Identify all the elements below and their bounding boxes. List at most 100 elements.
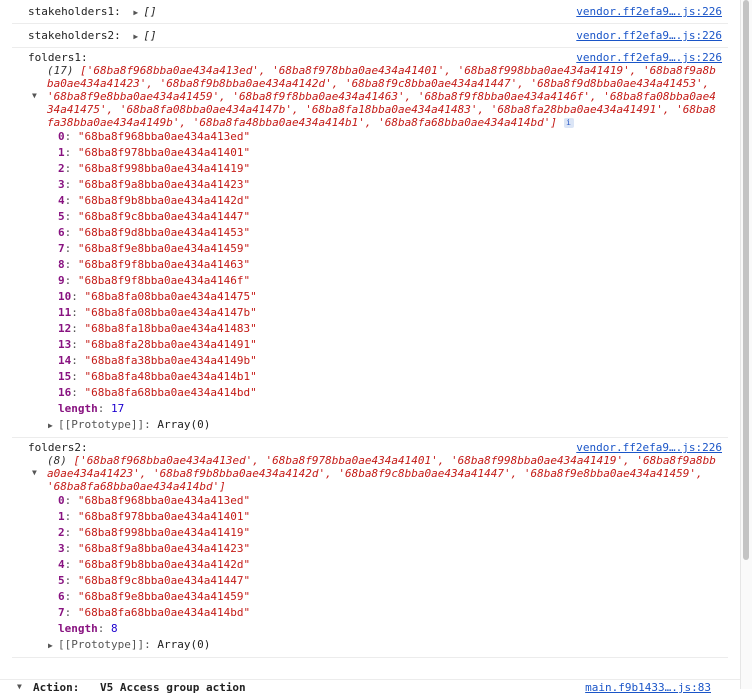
info-icon[interactable]: i bbox=[563, 118, 574, 128]
console-message-action: ▼ Action: V5 Access group action main.f9… bbox=[0, 679, 741, 694]
array-count: (8) bbox=[47, 454, 67, 467]
array-index: 3 bbox=[58, 178, 65, 191]
array-item: 0: "68ba8f968bba0ae434a413ed" bbox=[58, 130, 251, 143]
scrollbar-thumb[interactable] bbox=[743, 0, 749, 560]
array-item: 15: "68ba8fa48bba0ae434a414b1" bbox=[58, 370, 257, 383]
message-label: Action: V5 Access group action bbox=[33, 681, 246, 694]
source-link[interactable]: vendor.ff2efa9….js:226 bbox=[576, 29, 722, 42]
array-value: "68ba8fa68bba0ae434a414bd" bbox=[84, 386, 257, 399]
array-value: "68ba8f9a8bba0ae434a41423" bbox=[77, 178, 251, 191]
array-item: 6: "68ba8f9d8bba0ae434a41453" bbox=[58, 226, 251, 239]
array-index: 3 bbox=[58, 542, 65, 555]
array-index: 15 bbox=[58, 370, 72, 383]
triangle-right-icon: ▶ bbox=[133, 8, 139, 17]
expand-toggle[interactable]: ▶[] bbox=[133, 29, 156, 42]
array-index: 6 bbox=[58, 590, 65, 603]
array-items: 0: "68ba8f968bba0ae434a413ed" 1: "68ba8f9… bbox=[28, 129, 706, 401]
array-preview[interactable]: ▼ (17) ['68ba8f968bba0ae434a413ed', '68b… bbox=[28, 64, 716, 129]
message-label: folders2: bbox=[28, 441, 88, 454]
console-message-folders1: folders1: vendor.ff2efa9….js:226 ▼ (17) … bbox=[12, 48, 728, 438]
array-index: 5 bbox=[58, 574, 65, 587]
array-item: 1: "68ba8f978bba0ae434a41401" bbox=[58, 510, 251, 523]
array-index: 10 bbox=[58, 290, 72, 303]
array-value: "68ba8fa28bba0ae434a41491" bbox=[84, 338, 257, 351]
array-value: "68ba8f9b8bba0ae434a4142d" bbox=[77, 194, 251, 207]
source-link[interactable]: vendor.ff2efa9….js:226 bbox=[576, 441, 722, 454]
array-value: "68ba8fa08bba0ae434a4147b" bbox=[84, 306, 257, 319]
array-value: "68ba8f968bba0ae434a413ed" bbox=[77, 130, 251, 143]
source-link[interactable]: vendor.ff2efa9….js:226 bbox=[576, 51, 722, 64]
array-value: "68ba8f9c8bba0ae434a41447" bbox=[77, 574, 251, 587]
array-index: 4 bbox=[58, 558, 65, 571]
scrollbar[interactable] bbox=[740, 0, 752, 689]
source-link[interactable]: main.f9b1433….js:83 bbox=[585, 681, 711, 694]
array-item: 2: "68ba8f998bba0ae434a41419" bbox=[58, 526, 251, 539]
array-preview-text: ['68ba8f968bba0ae434a413ed', '68ba8f978b… bbox=[47, 454, 716, 493]
array-index: 11 bbox=[58, 306, 72, 319]
array-value: "68ba8f9e8bba0ae434a41459" bbox=[77, 590, 251, 603]
array-value: "68ba8fa38bba0ae434a4149b" bbox=[84, 354, 257, 367]
array-item: 7: "68ba8f9e8bba0ae434a41459" bbox=[58, 242, 251, 255]
array-item: 10: "68ba8fa08bba0ae434a41475" bbox=[58, 290, 257, 303]
array-item: 5: "68ba8f9c8bba0ae434a41447" bbox=[58, 210, 251, 223]
array-value: "68ba8f9f8bba0ae434a41463" bbox=[77, 258, 251, 271]
array-index: 2 bbox=[58, 526, 65, 539]
source-link[interactable]: vendor.ff2efa9….js:226 bbox=[576, 5, 722, 18]
array-value: "68ba8f9b8bba0ae434a4142d" bbox=[77, 558, 251, 571]
triangle-right-icon: ▶ bbox=[48, 421, 53, 430]
array-index: 0 bbox=[58, 130, 65, 143]
array-index: 9 bbox=[58, 274, 65, 287]
array-index: 5 bbox=[58, 210, 65, 223]
array-item: 2: "68ba8f998bba0ae434a41419" bbox=[58, 162, 251, 175]
array-item: 9: "68ba8f9f8bba0ae434a4146f" bbox=[58, 274, 251, 287]
array-item: 13: "68ba8fa28bba0ae434a41491" bbox=[58, 338, 257, 351]
array-item: 7: "68ba8fa68bba0ae434a414bd" bbox=[58, 606, 251, 619]
array-index: 7 bbox=[58, 606, 65, 619]
array-item: 0: "68ba8f968bba0ae434a413ed" bbox=[58, 494, 251, 507]
array-value: "68ba8f9f8bba0ae434a4146f" bbox=[77, 274, 251, 287]
length-property: length: 8 bbox=[58, 622, 118, 635]
array-value: "68ba8fa08bba0ae434a41475" bbox=[84, 290, 257, 303]
console-message-stakeholders2: stakeholders2: ▶[] vendor.ff2efa9….js:22… bbox=[12, 24, 728, 48]
array-preview[interactable]: ▼ (8) ['68ba8f968bba0ae434a413ed', '68ba… bbox=[28, 454, 716, 493]
length-property: length: 17 bbox=[58, 402, 125, 415]
array-value: "68ba8f998bba0ae434a41419" bbox=[77, 526, 251, 539]
array-item: 3: "68ba8f9a8bba0ae434a41423" bbox=[58, 178, 251, 191]
array-index: 1 bbox=[58, 510, 65, 523]
array-value: "68ba8f9e8bba0ae434a41459" bbox=[77, 242, 251, 255]
array-item: 4: "68ba8f9b8bba0ae434a4142d" bbox=[58, 194, 251, 207]
message-label: folders1: bbox=[28, 51, 88, 64]
array-item: 4: "68ba8f9b8bba0ae434a4142d" bbox=[58, 558, 251, 571]
prototype-property[interactable]: ▶ [[Prototype]]: Array(0) bbox=[28, 417, 706, 433]
array-value: "68ba8f978bba0ae434a41401" bbox=[77, 146, 251, 159]
array-index: 2 bbox=[58, 162, 65, 175]
array-value: "68ba8fa18bba0ae434a41483" bbox=[84, 322, 257, 335]
array-index: 8 bbox=[58, 258, 65, 271]
array-value: "68ba8f968bba0ae434a413ed" bbox=[77, 494, 251, 507]
console-panel: stakeholders1: ▶[] vendor.ff2efa9….js:22… bbox=[0, 0, 741, 689]
prototype-property[interactable]: ▶ [[Prototype]]: Array(0) bbox=[28, 637, 706, 653]
array-index: 12 bbox=[58, 322, 72, 335]
array-index: 1 bbox=[58, 146, 65, 159]
array-value: "68ba8fa68bba0ae434a414bd" bbox=[77, 606, 251, 619]
array-value: "68ba8fa48bba0ae434a414b1" bbox=[84, 370, 257, 383]
array-item: 6: "68ba8f9e8bba0ae434a41459" bbox=[58, 590, 251, 603]
array-preview-text: ['68ba8f968bba0ae434a413ed', '68ba8f978b… bbox=[47, 64, 716, 129]
array-item: 3: "68ba8f9a8bba0ae434a41423" bbox=[58, 542, 251, 555]
array-item: 16: "68ba8fa68bba0ae434a414bd" bbox=[58, 386, 257, 399]
array-value: "68ba8f9a8bba0ae434a41423" bbox=[77, 542, 251, 555]
array-value: "68ba8f9c8bba0ae434a41447" bbox=[77, 210, 251, 223]
array-item: 12: "68ba8fa18bba0ae434a41483" bbox=[58, 322, 257, 335]
console-message-stakeholders1: stakeholders1: ▶[] vendor.ff2efa9….js:22… bbox=[12, 0, 728, 24]
array-index: 14 bbox=[58, 354, 72, 367]
array-index: 16 bbox=[58, 386, 72, 399]
array-index: 13 bbox=[58, 338, 72, 351]
triangle-right-icon: ▶ bbox=[48, 641, 53, 650]
array-index: 6 bbox=[58, 226, 65, 239]
expand-toggle[interactable]: ▶[] bbox=[133, 5, 156, 18]
array-item: 1: "68ba8f978bba0ae434a41401" bbox=[58, 146, 251, 159]
array-count: (17) bbox=[47, 64, 74, 77]
triangle-down-icon: ▼ bbox=[32, 91, 37, 100]
triangle-right-icon: ▶ bbox=[133, 32, 139, 41]
triangle-down-icon[interactable]: ▼ bbox=[17, 682, 22, 691]
